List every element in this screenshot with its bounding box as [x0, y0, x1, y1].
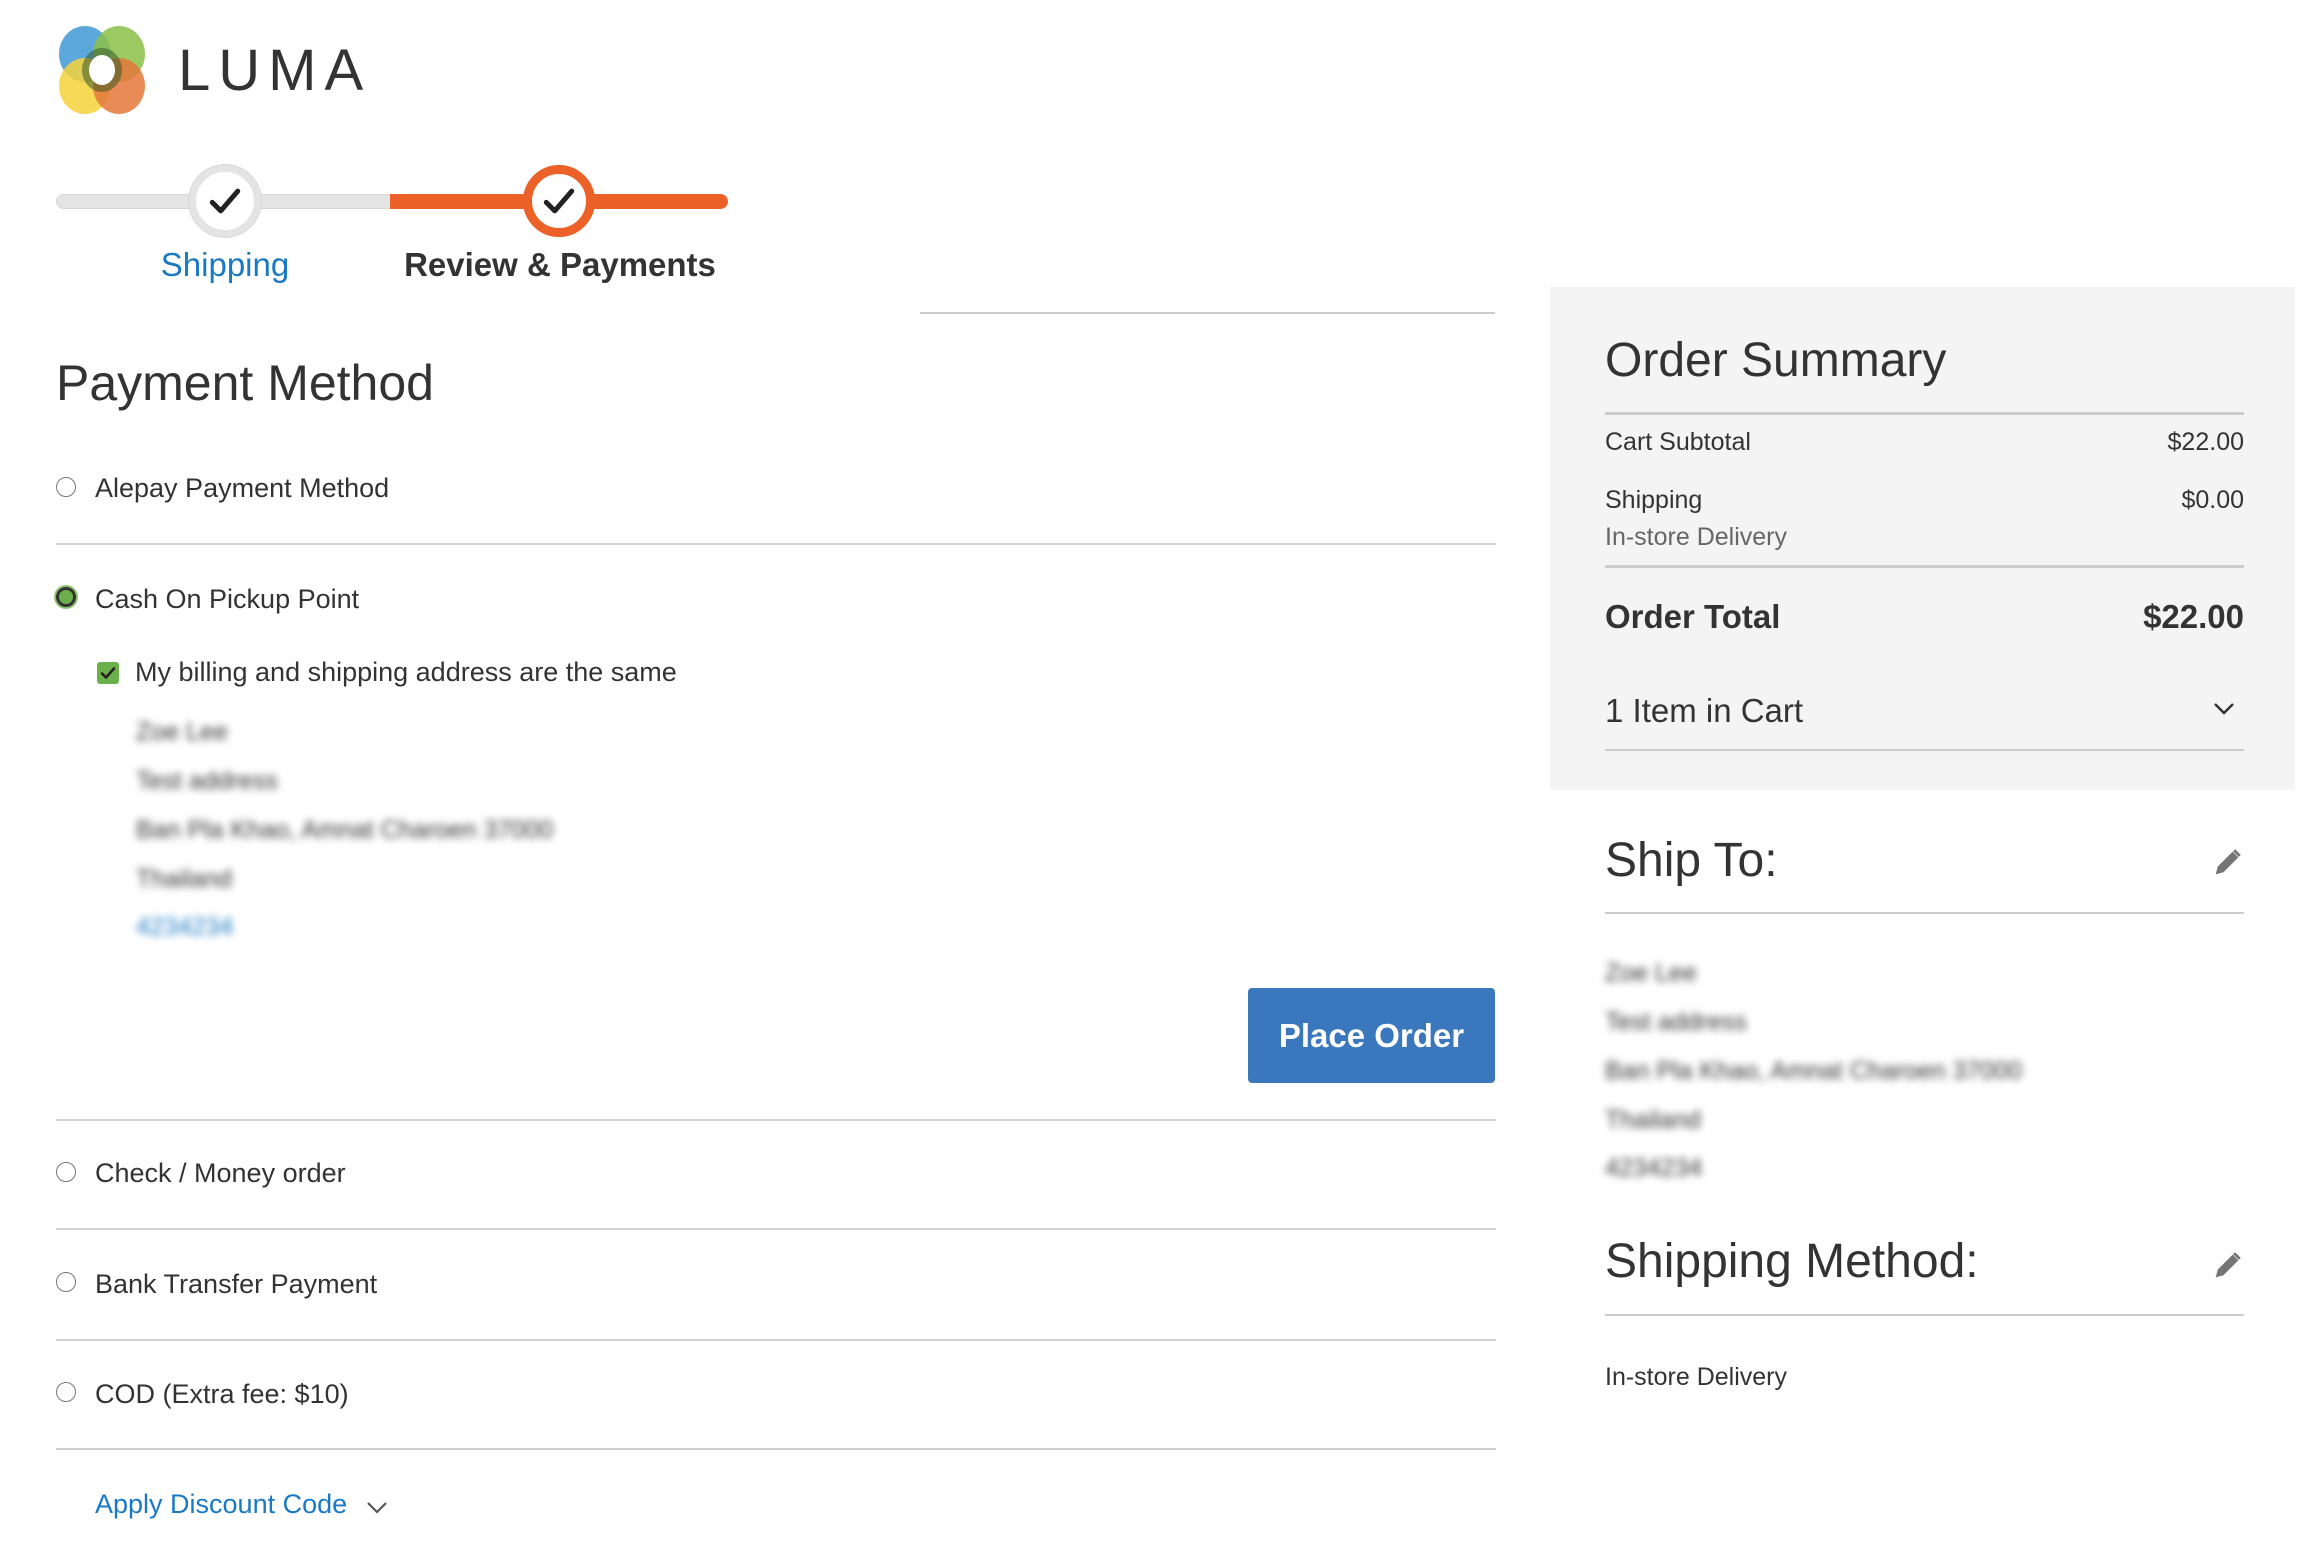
ship-to-city: Ban Pla Khao, Amnat Charoen 37000 — [1605, 1057, 2022, 1085]
shipping-method-title: Shipping Method: — [1605, 1235, 1979, 1288]
order-total-label: Order Total — [1605, 598, 1781, 635]
billing-country: Thailand — [136, 865, 232, 893]
radio-cash-on-pickup[interactable] — [56, 587, 76, 607]
divider — [56, 1119, 1496, 1121]
radio-cod[interactable] — [56, 1382, 76, 1402]
ship-to-street: Test address — [1605, 1008, 1747, 1036]
divider — [56, 543, 1496, 545]
ship-to-title: Ship To: — [1605, 834, 1778, 887]
divider — [56, 1448, 1496, 1450]
checkmark-icon — [209, 188, 241, 214]
order-total-value: $22.00 — [2143, 598, 2244, 635]
divider — [1605, 749, 2244, 751]
pencil-icon[interactable] — [2210, 1249, 2244, 1283]
divider — [1605, 912, 2244, 914]
label-cash-on-pickup[interactable]: Cash On Pickup Point — [95, 579, 359, 619]
divider — [56, 1228, 1496, 1230]
billing-same-checkbox[interactable] — [97, 662, 119, 684]
luma-logo-icon[interactable] — [56, 24, 148, 116]
order-summary-title: Order Summary — [1605, 334, 1947, 387]
ship-to-country: Thailand — [1605, 1106, 1701, 1134]
checkmark-icon — [543, 188, 575, 214]
label-alepay[interactable]: Alepay Payment Method — [95, 468, 389, 508]
billing-street: Test address — [136, 767, 278, 795]
shipping-value: $0.00 — [2181, 486, 2244, 514]
divider — [56, 1339, 1496, 1341]
apply-discount-code-link[interactable]: Apply Discount Code — [95, 1484, 347, 1524]
pencil-icon[interactable] — [2210, 846, 2244, 880]
billing-phone-link[interactable]: 4234234 — [136, 909, 233, 945]
step-shipping-marker — [189, 165, 261, 237]
items-in-cart-toggle[interactable]: 1 Item in Cart — [1605, 688, 1803, 734]
checkmark-icon — [100, 667, 116, 679]
place-order-button[interactable]: Place Order — [1248, 988, 1495, 1083]
shipping-label: Shipping — [1605, 486, 1703, 514]
ship-to-name: Zoe Lee — [1605, 959, 1697, 987]
divider — [1605, 412, 2244, 415]
label-cod[interactable]: COD (Extra fee: $10) — [95, 1374, 349, 1414]
shipping-method-value: In-store Delivery — [1605, 1363, 1787, 1391]
billing-same-label[interactable]: My billing and shipping address are the … — [135, 652, 677, 692]
chevron-down-icon[interactable] — [364, 1494, 390, 1520]
billing-city: Ban Pla Khao, Amnat Charoen 37000 — [136, 816, 553, 844]
luma-logo-text[interactable]: LUMA — [178, 36, 371, 106]
cart-subtotal-value: $22.00 — [2167, 428, 2244, 456]
step-review-marker — [523, 165, 595, 237]
divider — [920, 312, 1495, 314]
ship-to-phone-link[interactable]: 4234234 — [1605, 1150, 1702, 1186]
cart-subtotal-label: Cart Subtotal — [1605, 428, 1751, 456]
step-shipping-link[interactable]: Shipping — [100, 240, 350, 290]
shipping-method-note: In-store Delivery — [1605, 523, 1787, 551]
step-review-payments: Review & Payments — [404, 246, 716, 283]
label-check-money-order[interactable]: Check / Money order — [95, 1153, 346, 1193]
radio-bank-transfer[interactable] — [56, 1272, 76, 1292]
divider — [1605, 1314, 2244, 1316]
divider — [1605, 565, 2244, 568]
label-bank-transfer[interactable]: Bank Transfer Payment — [95, 1264, 377, 1304]
radio-alepay[interactable] — [56, 477, 76, 497]
radio-check-money-order[interactable] — [56, 1162, 76, 1182]
billing-name: Zoe Lee — [136, 718, 228, 746]
chevron-down-icon[interactable] — [2210, 694, 2238, 722]
payment-method-title: Payment Method — [56, 355, 434, 411]
